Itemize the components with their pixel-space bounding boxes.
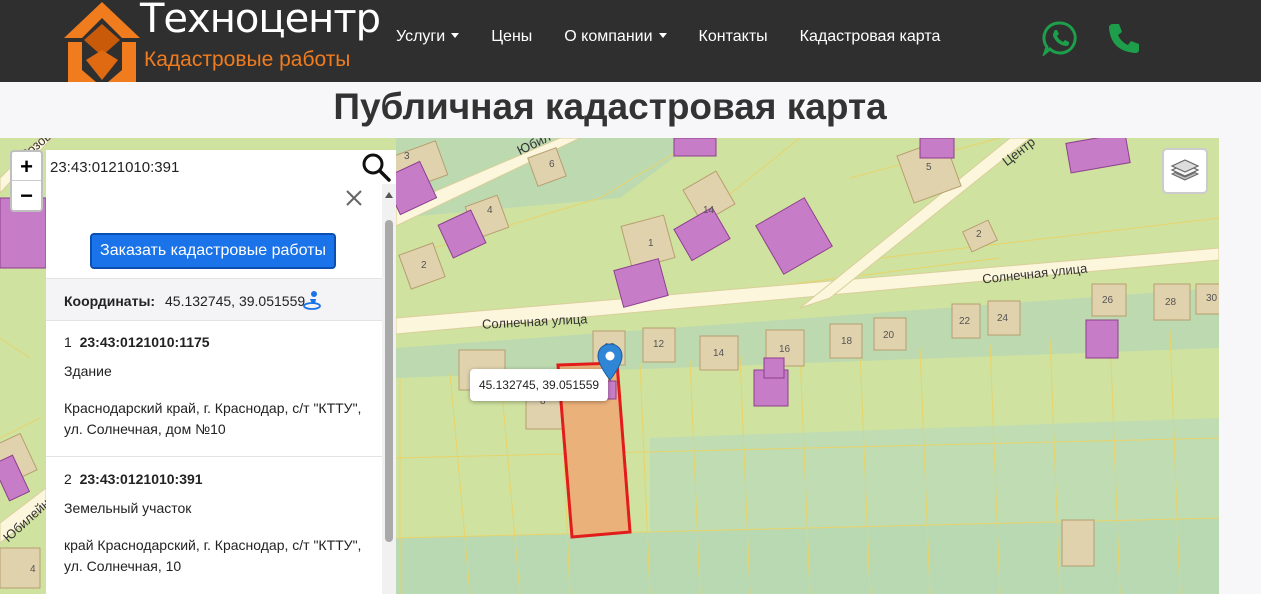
nav-label: Кадастровая карта [799,28,941,45]
zoom-control: + − [10,150,43,212]
nav-item-about[interactable]: О компании [564,28,667,46]
lot-number: 5 [926,162,932,173]
layers-button[interactable] [1162,148,1208,194]
lot-number: 4 [30,564,36,575]
lot-number: 2 [976,229,982,240]
lot-number: 1 [648,238,654,249]
page-title: Публичная кадастровая карта [333,86,887,127]
chevron-down-icon [658,33,667,38]
nav-item-prices[interactable]: Цены [491,28,532,46]
main-nav: Услуги Цены О компании Контакты Кадастро… [396,28,972,46]
nav-item-contacts[interactable]: Контакты [699,28,768,46]
result-address: Краснодарский край, г. Краснодар, с/т "К… [64,400,362,416]
lot-number: 24 [997,313,1009,324]
lot-number: 26 [1102,295,1114,306]
divider [46,456,382,457]
lot-number: 16 [779,344,791,355]
lot-number: 30 [1206,293,1218,304]
whatsapp-icon[interactable] [1042,20,1078,56]
panel-scrollbar[interactable] [382,184,396,594]
cadastral-search-input[interactable] [48,152,348,182]
result-item[interactable]: 2 23:43:0121010:391 [46,471,382,487]
search-icon[interactable] [360,151,392,183]
top-navbar: Техноцентр Кадастровые работы Услуги Цен… [0,0,1261,82]
lot-number: 14 [703,205,715,216]
logo-house-icon [64,2,140,82]
lot-number: 22 [959,316,971,327]
result-type: Земельный участок [64,500,192,516]
cadastral-search [46,150,396,184]
nav-label: Услуги [396,28,446,45]
lot-number: 3 [404,151,410,162]
lot-number: 2 [421,260,427,271]
lot-number: 18 [841,336,853,347]
result-index: 2 [64,471,72,487]
marker-coordinates-tooltip: 45.132745, 39.051559 [470,369,608,401]
close-icon[interactable] [344,188,364,208]
coordinates-value: 45.132745, 39.051559 [165,293,306,309]
nav-label: Цены [491,28,533,45]
phone-icon[interactable] [1106,20,1142,56]
map-marker-icon[interactable] [597,343,623,381]
lot-number: 14 [713,348,725,359]
result-cadastral-number: 23:43:0121010:391 [79,471,203,487]
order-cadastral-works-button[interactable]: Заказать кадастровые работы [90,233,336,269]
lot-number: 4 [487,205,493,216]
logo-subtitle: Кадастровые работы [144,48,351,71]
lot-number: 6 [549,159,555,170]
result-address: край Краснодарский, г. Краснодар, с/т "К… [64,537,362,553]
location-person-icon[interactable] [303,290,321,310]
result-address: ул. Солнечная, дом №10 [64,421,226,437]
lot-number: 20 [883,330,895,341]
nav-item-cadastral-map[interactable]: Кадастровая карта [800,28,941,46]
result-cadastral-number: 23:43:0121010:1175 [79,334,210,350]
layers-icon [1170,159,1200,181]
scroll-up-arrow-icon[interactable] [385,192,393,198]
nav-label: О компании [564,28,653,45]
coordinates-label: Координаты: [64,293,156,309]
nav-item-services[interactable]: Услуги [396,28,460,46]
result-address: ул. Солнечная, 10 [64,558,182,574]
results-panel: Заказать кадастровые работы Координаты: … [46,184,396,594]
result-item[interactable]: 1 23:43:0121010:1175 [46,334,382,350]
lot-number: 28 [1165,297,1177,308]
chevron-down-icon [451,33,460,38]
logo-title: Техноцентр [140,0,381,42]
result-type: Здание [64,363,112,379]
scrollbar-thumb[interactable] [385,220,393,542]
zoom-out-button[interactable]: − [12,181,41,210]
nav-label: Контакты [698,28,768,45]
zoom-in-button[interactable]: + [12,152,41,181]
coordinates-row: Координаты: 45.132745, 39.051559 [46,278,382,321]
result-index: 1 [64,334,72,350]
company-logo[interactable]: Техноцентр Кадастровые работы [62,0,381,82]
lot-number: 12 [653,339,665,350]
